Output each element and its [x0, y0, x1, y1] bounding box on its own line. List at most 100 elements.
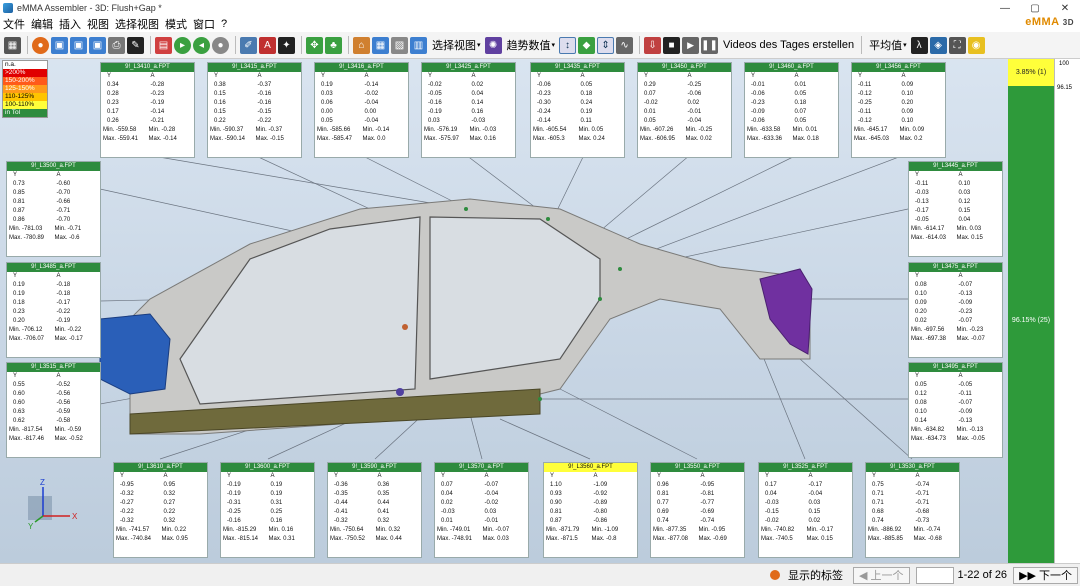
value-y: -0.03	[765, 500, 779, 506]
stop-icon[interactable]: ●	[32, 36, 49, 54]
measurement-card[interactable]: 9!_L3425_a.FPT Y A -0.02 0.02 -0.05 0.04 -0.16 0…	[421, 62, 516, 158]
menu-edit[interactable]: 编辑	[28, 16, 56, 32]
measurement-card[interactable]: 9!_L3570_a.FPT Y A 0.07 -0.07 0.04 -0.04 0.02 -0…	[434, 462, 529, 558]
bulb-icon[interactable]: ◉	[967, 36, 985, 54]
pdf-icon[interactable]: A	[259, 36, 276, 54]
pin-icon[interactable]: ✎	[127, 36, 144, 54]
card-value-row: 0.87 -0.86	[544, 517, 637, 526]
align-icon[interactable]: ↕	[559, 36, 577, 54]
pause-icon[interactable]: ❚❚	[701, 36, 719, 54]
value-a: -0.56	[56, 391, 71, 397]
measurement-card[interactable]: 9!_L3460_a.FPT Y A -0.01 0.01 -0.06 0.05 -0.23 0…	[744, 62, 839, 158]
play-icon[interactable]: ▶	[682, 36, 700, 54]
save-all-icon[interactable]: ▣	[89, 36, 106, 54]
col-y: Y	[441, 473, 446, 479]
chevron-down-icon[interactable]: ▾	[477, 41, 481, 49]
measurement-card[interactable]: 9!_L3445_a.FPT Y A -0.11 0.10 -0.03 0.03 -0.13 0…	[908, 161, 1003, 257]
legend-item: 110-125%	[3, 93, 47, 101]
camera-view-icon[interactable]: ▥	[410, 36, 427, 54]
measurement-card[interactable]: 9!_L3610_a.FPT Y A -0.95 0.95 -0.32 0.32 -0.27 0…	[113, 462, 208, 558]
measurement-card[interactable]: 9!_L3550_a.FPT Y A 0.96 -0.95 0.81 -0.81 0.77 -0…	[650, 462, 745, 558]
measure-icon[interactable]: ⇕	[597, 36, 615, 54]
prev-button[interactable]: ◀ 上一个	[853, 566, 910, 584]
menu-insert[interactable]: 插入	[56, 16, 84, 32]
card-max-row: Max. -748.91 Max. 0.03	[435, 535, 528, 544]
measurement-card[interactable]: 9!_L3600_a.FPT Y A -0.19 0.19 -0.19 0.19 -0.31 0…	[220, 462, 315, 558]
create-video-button[interactable]: Videos des Tages erstellen	[723, 39, 854, 51]
measurement-card[interactable]: 9!_L3450_a.FPT Y A 0.29 -0.25 0.07 -0.06 -0.02 0…	[637, 62, 732, 158]
save-as-icon[interactable]: ▣	[70, 36, 87, 54]
measurement-card[interactable]: 9!_L3415_a.FPT Y A 0.38 -0.37 0.15 -0.16 0.16 -0…	[207, 62, 302, 158]
card-min-row: Min. -585.66 Min. -0.14	[315, 126, 408, 135]
card-value-row: 0.06 -0.04	[315, 99, 408, 108]
select-view-dropdown[interactable]: 选择视图	[432, 37, 476, 53]
value-y: 0.90	[550, 500, 562, 506]
video-camera-icon[interactable]: ■	[663, 36, 681, 54]
legend-item: in Tol	[3, 109, 47, 117]
back-icon[interactable]: ◂	[193, 36, 210, 54]
view-icon[interactable]: ▦	[372, 36, 389, 54]
measurement-card[interactable]: 9!_L3485_a.FPT Y A 0.19 -0.18 0.19 -0.18 0.18 -0…	[6, 262, 101, 358]
menu-view[interactable]: 视图	[84, 16, 112, 32]
value-y: 0.23	[13, 309, 25, 315]
next-button[interactable]: ▶▶ 下一个	[1013, 566, 1079, 584]
min-value: Min. 0.32	[375, 527, 401, 533]
min-value: Min. -0.13	[956, 427, 984, 433]
measurement-card[interactable]: 9!_L3590_a.FPT Y A -0.36 0.36 -0.35 0.35 -0.44 0…	[327, 462, 422, 558]
measurement-card[interactable]: 9!_L3495_a.FPT Y A 0.05 -0.05 0.12 -0.11 0.08 -0…	[908, 362, 1003, 458]
measurement-card[interactable]: 9!_L3515_a.FPT Y A 0.55 -0.52 0.60 -0.56 0.60 -0…	[6, 362, 101, 458]
measurement-card[interactable]: 9!_L3475_a.FPT Y A 0.08 -0.07 0.10 -0.13 0.09 -0…	[908, 262, 1003, 358]
record-icon[interactable]: ●	[212, 36, 229, 54]
col-a: A	[484, 473, 489, 479]
pushpin-icon[interactable]: ✦	[278, 36, 295, 54]
edit-icon[interactable]: ✐	[240, 36, 257, 54]
measurement-card[interactable]: 9!_L3435_a.FPT Y A -0.06 0.05 -0.23 0.18 -0.30 0…	[530, 62, 625, 158]
menu-file[interactable]: 文件	[0, 16, 28, 32]
home-icon[interactable]: ⌂	[353, 36, 370, 54]
value-a: -0.05	[958, 382, 973, 388]
trend-icon[interactable]: ✺	[484, 36, 502, 54]
value-y: -0.36	[334, 482, 348, 488]
average-dropdown[interactable]: 平均值	[869, 37, 902, 53]
layout-icon[interactable]: ▤	[155, 36, 172, 54]
trend-values-dropdown[interactable]: 趋势数值	[507, 37, 551, 53]
card-title: 9!_L3445_a.FPT	[909, 162, 1002, 171]
measurement-card[interactable]: 9!_L3410_a.FPT Y A 0.34 -0.28 0.28 -0.23 0.23 -0…	[100, 62, 195, 158]
cube-icon[interactable]: ◈	[929, 36, 947, 54]
measurement-card[interactable]: 9!_L3416_a.FPT Y A 0.19 -0.14 0.03 -0.02 0.06 -0…	[314, 62, 409, 158]
value-y: -0.25	[227, 509, 241, 515]
menu-select-view[interactable]: 选择视图	[112, 16, 162, 32]
lambda-icon[interactable]: λ	[910, 36, 928, 54]
menu-window[interactable]: 窗口	[190, 16, 218, 32]
group-icon[interactable]: ♣	[325, 36, 342, 54]
min-value: Min. -741.57	[116, 527, 150, 533]
chevron-down-icon[interactable]: ▾	[552, 41, 556, 49]
image-icon[interactable]: ▨	[391, 36, 408, 54]
measurement-card[interactable]: 9!_L3525_a.FPT Y A 0.17 -0.17 0.04 -0.04 -0.03 0…	[758, 462, 853, 558]
grid-icon[interactable]: ▦	[4, 36, 21, 54]
curve-icon[interactable]: ∿	[616, 36, 634, 54]
page-input[interactable]	[915, 566, 954, 584]
marker-icon[interactable]: ◆	[578, 36, 596, 54]
measurement-card[interactable]: 9!_L3530_a.FPT Y A 0.75 -0.74 0.71 -0.71 0.71 -0…	[865, 462, 960, 558]
value-a: -0.14	[150, 109, 165, 115]
card-value-row: 0.34 -0.28	[101, 81, 194, 90]
print-icon[interactable]: ⎙	[108, 36, 125, 54]
measurement-card[interactable]: 9!_L3456_a.FPT Y A -0.11 0.09 -0.12 0.10 -0.25 0…	[851, 62, 946, 158]
export-icon[interactable]: ⇩	[644, 36, 662, 54]
card-title: 9!_L3590_a.FPT	[328, 463, 421, 472]
fit-icon[interactable]: ⛶	[948, 36, 966, 54]
close-icon[interactable]: ✕	[1050, 0, 1080, 16]
minimize-icon[interactable]: —	[990, 0, 1020, 16]
menu-help[interactable]: ?	[218, 18, 230, 30]
chevron-down-icon[interactable]: ▾	[903, 41, 907, 49]
maximize-icon[interactable]: ▢	[1020, 0, 1050, 16]
expand-icon[interactable]: ✥	[306, 36, 323, 54]
value-a: -0.22	[56, 309, 71, 315]
measurement-card[interactable]: 9!_L3500_a.FPT Y A 0.73 -0.60 0.85 -0.70 0.81 -0…	[6, 161, 101, 257]
menu-mode[interactable]: 模式	[162, 16, 190, 32]
value-a: -0.16	[257, 91, 272, 97]
measurement-card[interactable]: 9!_L3560_a.FPT Y A 1.10 -1.09 0.93 -0.92 0.90 -0…	[543, 462, 638, 558]
save-icon[interactable]: ▣	[51, 36, 68, 54]
forward-icon[interactable]: ▸	[174, 36, 191, 54]
